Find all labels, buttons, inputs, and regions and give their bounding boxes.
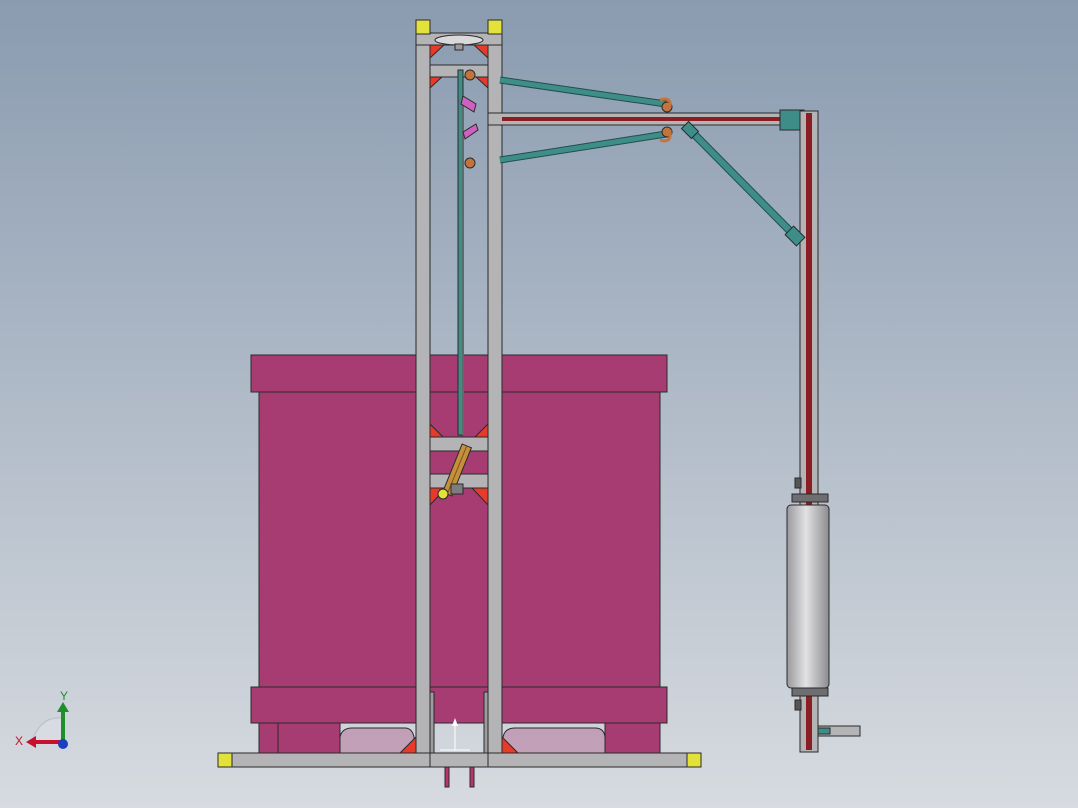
frame-column-right <box>487 19 503 767</box>
pulley-hub <box>454 43 464 51</box>
cad-viewport[interactable]: Y X <box>0 0 1078 808</box>
tank-bottom-band <box>250 686 668 724</box>
lift-chain <box>462 95 464 435</box>
triad-x-label: X <box>15 734 23 748</box>
roll-upper-bolt <box>794 477 802 489</box>
model-canvas[interactable]: Y X <box>0 0 1078 808</box>
frame-column-left <box>415 19 431 767</box>
roll-foot-stripe <box>817 727 831 735</box>
corner-cap-top-right <box>487 19 503 35</box>
lift-cylinder-end <box>437 488 449 500</box>
film-roll <box>786 504 830 689</box>
pivot-joint <box>464 157 476 169</box>
leveling-leg <box>444 766 450 788</box>
roll-upper-cap <box>791 493 829 503</box>
tank-pallet-arch-right <box>502 727 606 754</box>
triad-y-label: Y <box>60 689 68 703</box>
frame-mid-crossbar-1 <box>429 436 489 452</box>
triad-z-origin <box>58 739 68 749</box>
tank-foot-right <box>604 722 661 754</box>
cylinder-bracket <box>450 483 464 495</box>
pivot-joint <box>464 69 476 81</box>
arm-rail-stripe <box>502 117 782 121</box>
tank-foot-left <box>258 722 279 754</box>
roll-lower-cap <box>791 687 829 697</box>
base-plate <box>429 752 489 768</box>
corner-cap-base-right <box>686 752 702 768</box>
tank-pallet-arch-left <box>339 727 415 754</box>
base-bracket <box>483 691 489 755</box>
corner-cap-top-left <box>415 19 431 35</box>
leveling-leg <box>469 766 475 788</box>
tank-foot-mid <box>277 722 341 754</box>
base-bracket <box>429 691 435 755</box>
tank-main <box>258 391 661 688</box>
roll-lower-bolt <box>794 699 802 711</box>
corner-cap-base-left <box>217 752 233 768</box>
